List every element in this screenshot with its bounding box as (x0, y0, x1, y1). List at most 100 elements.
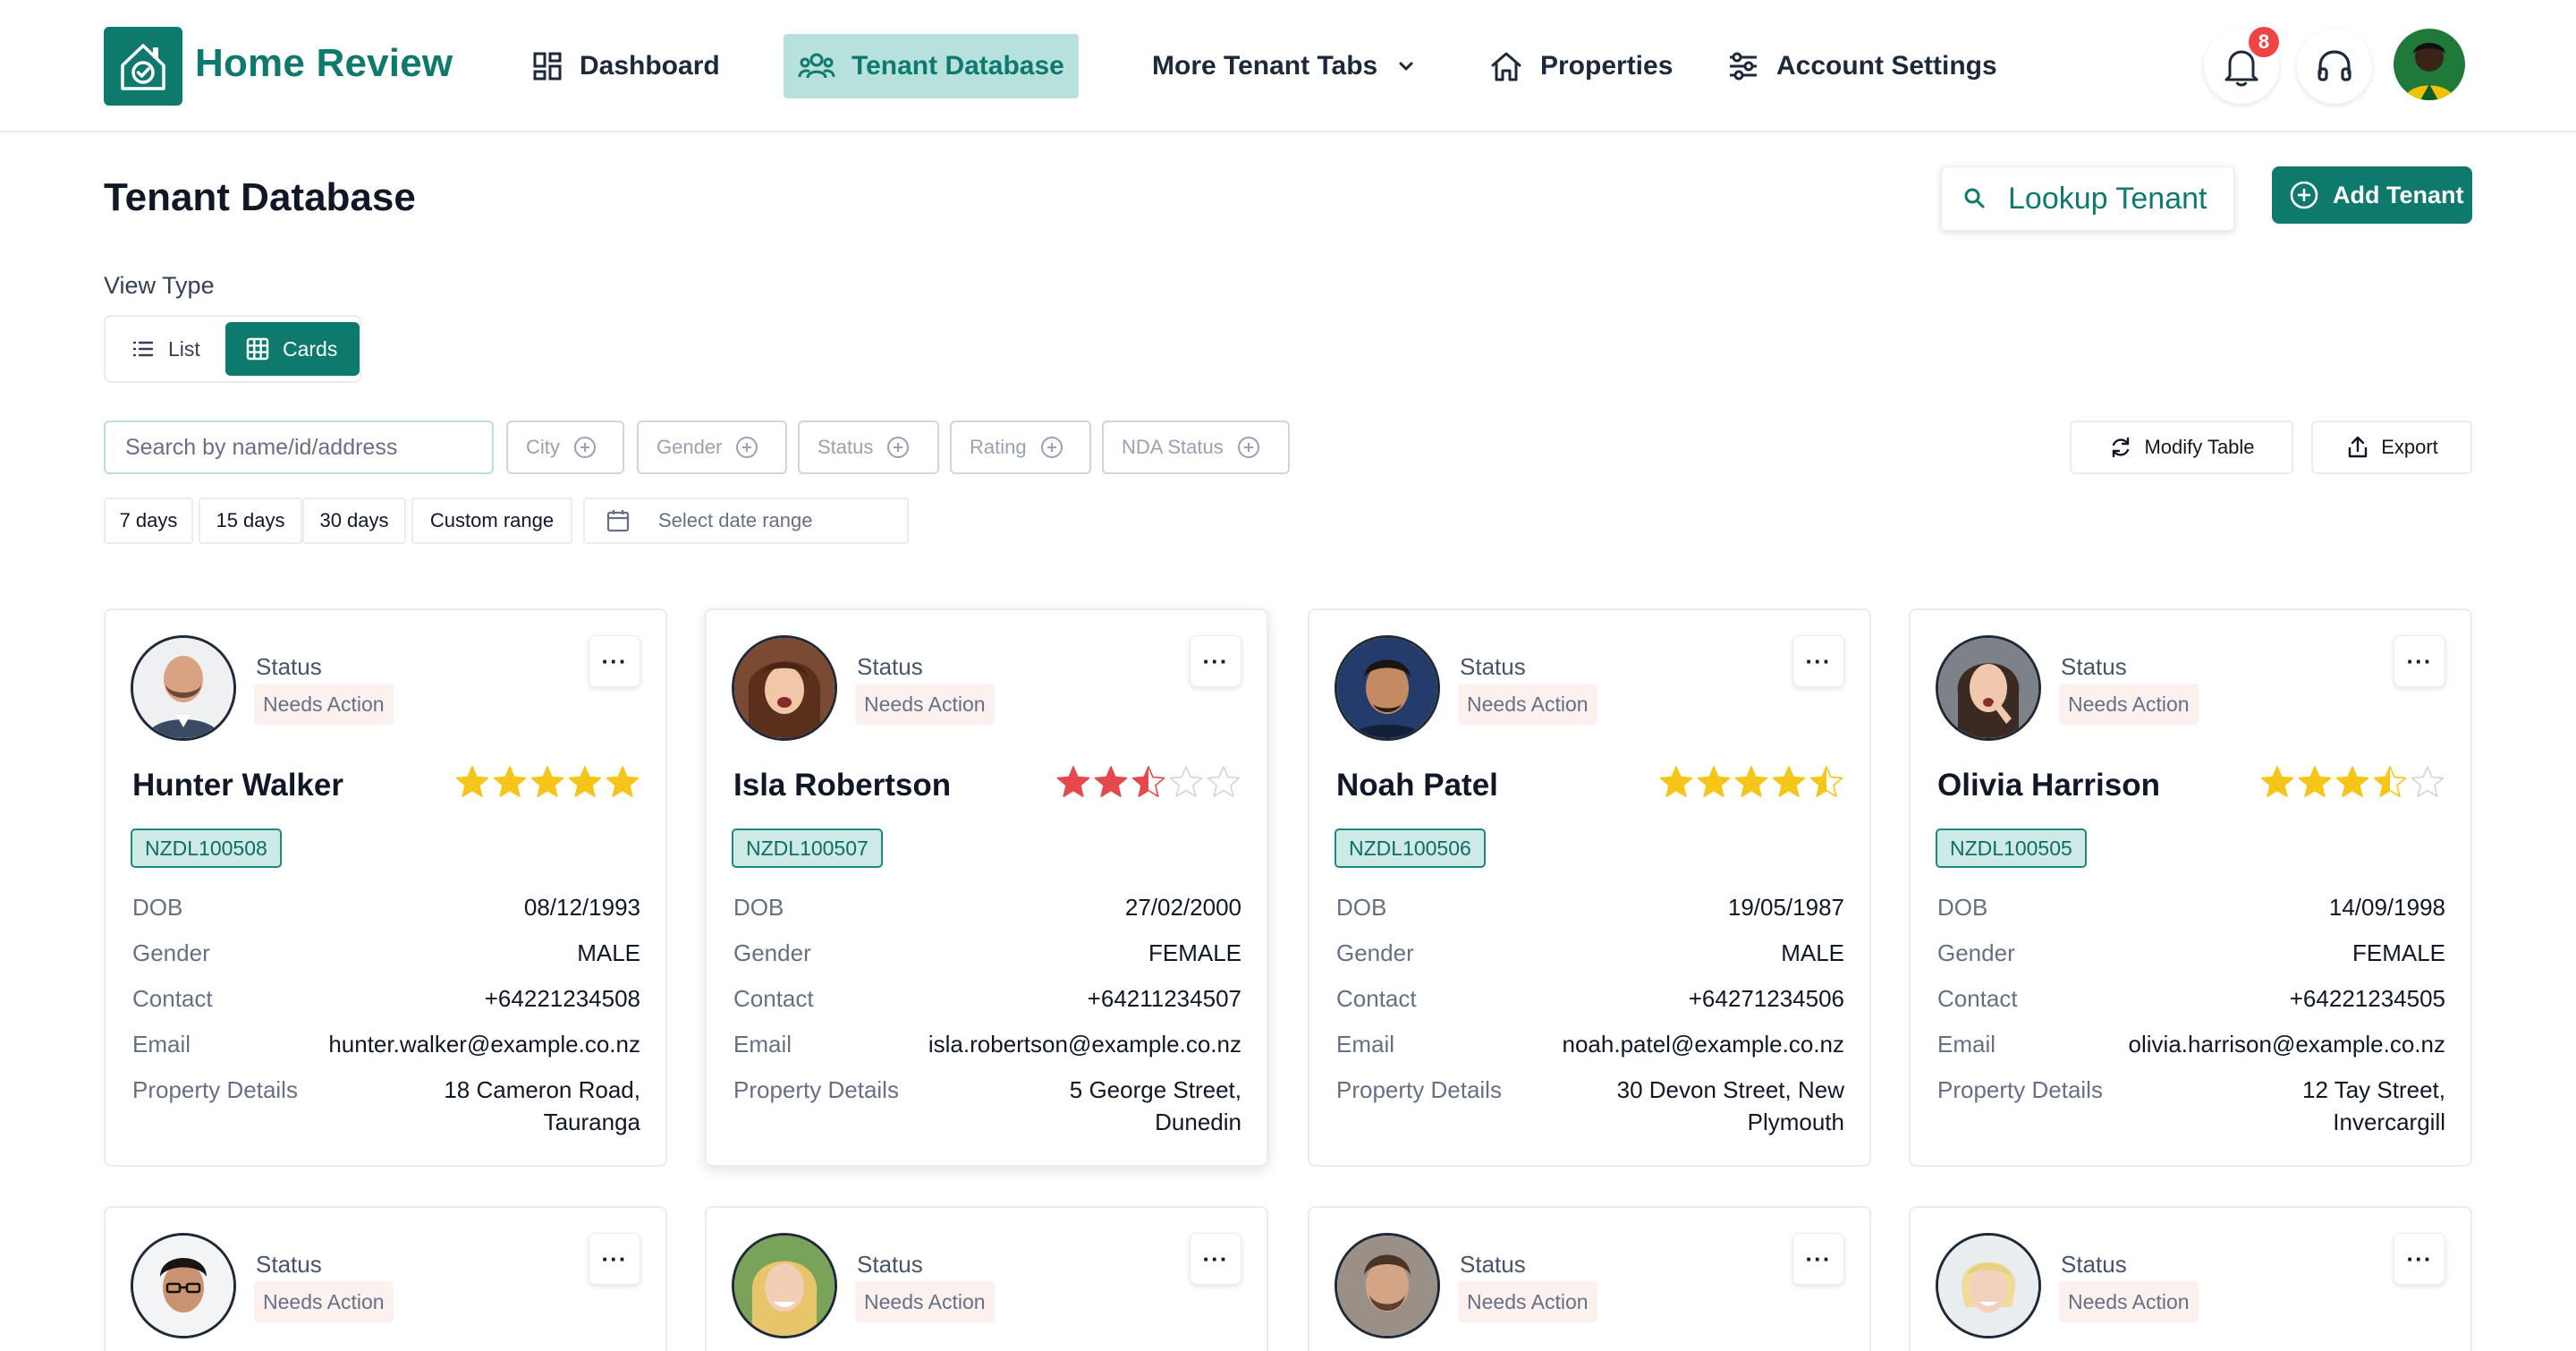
status-label: Status (256, 653, 322, 680)
dob-label: DOB (1937, 894, 1988, 921)
star-icon (1809, 766, 1843, 797)
more-options-button[interactable]: ··· (2394, 1233, 2445, 1285)
sliders-icon (1730, 52, 1757, 81)
chevron-down-icon (1399, 62, 1413, 71)
tenant-card[interactable]: Status Needs Action ··· (1909, 1206, 2472, 1351)
nav-tenant-database[interactable]: Tenant Database (784, 34, 1079, 98)
notifications-button[interactable]: 8 (2204, 27, 2279, 104)
tenant-card[interactable]: Status Needs Action ··· Olivia Harrison … (1909, 608, 2472, 1167)
more-options-button[interactable]: ··· (589, 1233, 640, 1285)
user-avatar[interactable] (2394, 29, 2465, 100)
property-value: 12 Tay Street, Invercargill (2302, 1076, 2445, 1135)
dob-value: 08/12/1993 (523, 894, 640, 921)
filter-rating-chip[interactable]: Rating (950, 421, 1091, 474)
property-label: Property Details (1937, 1076, 2103, 1103)
more-options-button[interactable]: ··· (2394, 635, 2445, 687)
more-options-button[interactable]: ··· (1792, 635, 1844, 687)
tenant-name: Noah Patel (1336, 768, 1498, 803)
status-badge: Needs Action (254, 684, 394, 725)
more-options-button[interactable]: ··· (1792, 1233, 1844, 1285)
calendar-icon (606, 510, 630, 532)
tenant-avatar (732, 635, 837, 741)
view-cards-button[interactable]: Cards (225, 322, 360, 376)
star-icon (1169, 766, 1203, 797)
filter-rating-label: Rating (970, 436, 1027, 458)
gender-label: Gender (132, 939, 210, 966)
filter-city-chip[interactable]: City (506, 421, 624, 474)
status-badge: Needs Action (1458, 684, 1597, 725)
export-button[interactable]: Export (2311, 421, 2472, 474)
contact-value: +64211234507 (1087, 985, 1241, 1012)
property-row: Property Details 30 Devon Street, New Ply… (1336, 1074, 1844, 1138)
more-options-button[interactable]: ··· (589, 635, 640, 687)
star-icon (1131, 766, 1165, 797)
plus-circle-icon (1237, 437, 1259, 458)
tenant-name: Hunter Walker (132, 768, 343, 803)
headphones-icon (2318, 50, 2351, 81)
more-options-button[interactable]: ··· (1190, 1233, 1241, 1285)
users-icon (798, 53, 835, 79)
star-rating (454, 764, 640, 800)
lookup-tenant-label: Lookup Tenant (2008, 181, 2207, 216)
tenant-card[interactable]: Status Needs Action ··· Noah Patel NZDL1… (1308, 608, 1871, 1167)
brand-name: Home Review (195, 41, 453, 85)
range-30-days-button[interactable]: 30 days (302, 497, 406, 544)
tenant-id-badge: NZDL100508 (131, 828, 282, 868)
tenant-card[interactable]: Status Needs Action ··· (104, 1206, 667, 1351)
contact-label: Contact (1937, 985, 2018, 1012)
gender-row: Gender MALE (1336, 937, 1844, 982)
tenant-avatar (732, 1233, 837, 1338)
plus-circle-icon (1040, 437, 1063, 458)
star-icon (1659, 766, 1693, 797)
page-title: Tenant Database (104, 175, 416, 219)
tenant-card[interactable]: Status Needs Action ··· Hunter Walker NZ… (104, 608, 667, 1167)
nav-properties[interactable]: Properties (1474, 34, 1687, 98)
lookup-tenant-button[interactable]: Lookup Tenant (1941, 166, 2234, 231)
nav-more-tenant-tabs[interactable]: More Tenant Tabs (1138, 34, 1433, 98)
view-list-button[interactable]: List (118, 324, 213, 374)
dob-label: DOB (1336, 894, 1387, 921)
tenant-card[interactable]: Status Needs Action ··· (705, 1206, 1268, 1351)
support-button[interactable] (2297, 29, 2372, 104)
dob-value: 27/02/2000 (1124, 894, 1241, 921)
nav-account-settings-label: Account Settings (1776, 51, 1997, 81)
tenant-card[interactable]: Status Needs Action ··· Isla Robertson N… (705, 608, 1268, 1167)
more-options-button[interactable]: ··· (1190, 635, 1241, 687)
email-label: Email (1336, 1031, 1395, 1058)
range-7-days-button[interactable]: 7 days (104, 497, 193, 544)
search-icon (1964, 188, 1985, 208)
status-label: Status (857, 653, 923, 680)
add-tenant-button[interactable]: Add Tenant (2272, 166, 2472, 224)
filter-nda-status-chip[interactable]: NDA Status (1102, 421, 1290, 474)
star-icon (1094, 766, 1128, 797)
nav-more-tenant-tabs-label: More Tenant Tabs (1152, 51, 1378, 81)
gender-row: Gender MALE (132, 937, 640, 982)
filter-gender-label: Gender (657, 436, 723, 458)
property-label: Property Details (733, 1076, 899, 1103)
modify-table-button[interactable]: Modify Table (2070, 421, 2293, 474)
star-icon (1056, 766, 1090, 797)
date-range-placeholder: Select date range (658, 509, 813, 531)
status-label: Status (2061, 653, 2127, 680)
notification-count-badge: 8 (2249, 27, 2279, 57)
dob-label: DOB (132, 894, 183, 921)
gender-value: FEMALE (2351, 939, 2445, 966)
email-label: Email (132, 1031, 191, 1058)
tenant-avatar (131, 635, 236, 741)
date-range-picker[interactable]: Select date range (583, 497, 909, 544)
range-15-days-button[interactable]: 15 days (199, 497, 302, 544)
tenant-card[interactable]: Status Needs Action ··· (1308, 1206, 1871, 1351)
star-rating (1658, 764, 1844, 800)
contact-value: +64221234505 (2289, 985, 2445, 1012)
property-label: Property Details (132, 1076, 298, 1103)
nav-dashboard[interactable]: Dashboard (517, 34, 734, 98)
range-custom-button[interactable]: Custom range (411, 497, 572, 544)
filter-gender-chip[interactable]: Gender (637, 421, 787, 474)
plus-circle-icon (736, 437, 758, 458)
home-logo-icon[interactable] (104, 27, 182, 106)
plus-circle-icon (2290, 181, 2318, 209)
search-input[interactable] (104, 421, 494, 474)
filter-status-chip[interactable]: Status (798, 421, 939, 474)
gender-label: Gender (733, 939, 811, 966)
nav-account-settings[interactable]: Account Settings (1712, 34, 2012, 98)
